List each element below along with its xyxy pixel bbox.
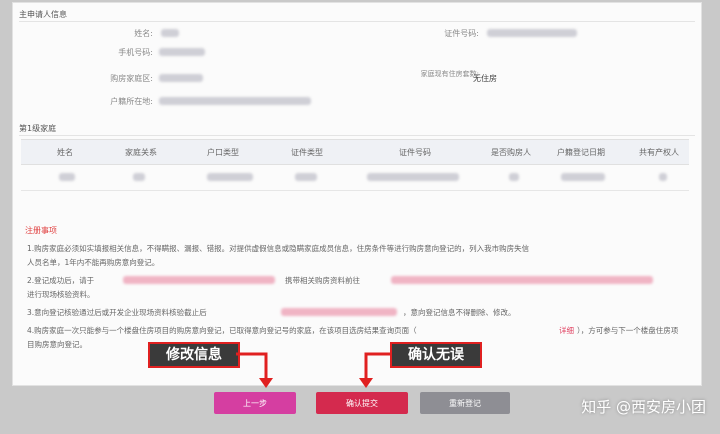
family-table-header: 姓名 家庭关系 户口类型 证件类型 证件号码 是否购房人 户籍登记日期 共有产权…	[21, 139, 689, 165]
cell-redacted	[561, 173, 605, 181]
arrow-icon	[359, 352, 392, 388]
note-line: ，意向登记信息不得删除、修改。	[403, 308, 516, 317]
column-header: 姓名	[57, 148, 73, 157]
note-line: 目购房意向登记。	[27, 340, 87, 349]
redacted-date	[123, 276, 275, 284]
redacted-deadline	[281, 308, 397, 316]
section-title-applicant: 主申请人信息	[19, 10, 67, 19]
value-name-redacted	[161, 29, 179, 37]
column-header: 共有产权人	[639, 148, 679, 157]
value-id-number-redacted	[487, 29, 577, 37]
arrow-icon	[236, 352, 273, 388]
label-hukou-location: 户籍所在地:	[110, 97, 153, 106]
registration-form: 主申请人信息 姓名: 手机号码: 购房家庭区: 户籍所在地: 证件号码: 家庭现…	[12, 2, 702, 386]
table-row	[21, 164, 689, 191]
note-line: 2.登记成功后，请于	[27, 276, 95, 285]
note-line: ），方可参与下一个楼盘住房项	[577, 326, 679, 335]
cell-redacted	[367, 173, 459, 181]
column-header: 家庭关系	[125, 148, 157, 157]
cell-redacted	[295, 173, 317, 181]
prev-step-button[interactable]: 上一步	[214, 392, 296, 414]
value-housing-status: 无住房	[473, 74, 497, 83]
cell-redacted	[207, 173, 253, 181]
label-id-number: 证件号码:	[444, 29, 479, 38]
notes-title: 注册事项	[25, 226, 57, 235]
note-line: 3.意向登记核验通过后或开发企业现场资料核验截止后	[27, 308, 207, 317]
value-hukou-location-redacted	[159, 97, 311, 105]
note-line: 人员名单，1年内不能再购房意向登记。	[27, 258, 160, 267]
screenshot-frame: 主申请人信息 姓名: 手机号码: 购房家庭区: 户籍所在地: 证件号码: 家庭现…	[0, 0, 720, 434]
note-inline-link[interactable]: 详细	[559, 325, 574, 336]
watermark: 知乎 @西安房小团	[581, 398, 706, 416]
label-household-area: 购房家庭区:	[110, 74, 153, 83]
re-register-button[interactable]: 重新登记	[420, 392, 510, 414]
column-header: 证件号码	[399, 148, 431, 157]
divider	[19, 21, 695, 22]
cell-redacted	[59, 173, 75, 181]
column-header: 户口类型	[207, 148, 239, 157]
label-name: 姓名:	[134, 29, 153, 38]
callout-confirm-correct: 确认无误	[390, 342, 482, 368]
callout-modify-info: 修改信息	[148, 342, 240, 368]
label-housing-status: 家庭现有住房套数:	[420, 70, 479, 78]
note-line: 进行现场核验资料。	[27, 290, 95, 299]
redacted-location	[391, 276, 653, 284]
value-phone-redacted	[159, 48, 205, 56]
note-line: 4.购房家庭一次只能参与一个楼盘住房项目的购房意向登记，已取得意向登记号的家庭，…	[27, 326, 417, 335]
divider	[19, 135, 695, 136]
column-header: 户籍登记日期	[557, 148, 605, 157]
section-title-family: 第1级家庭	[19, 124, 57, 133]
column-header: 是否购房人	[491, 148, 531, 157]
label-phone: 手机号码:	[118, 48, 153, 57]
confirm-submit-button[interactable]: 确认提交	[316, 392, 408, 414]
value-household-area-redacted	[159, 74, 203, 82]
column-header: 证件类型	[291, 148, 323, 157]
cell-redacted	[659, 173, 667, 181]
cell-redacted	[509, 173, 519, 181]
note-line: 携带相关购房资料前往	[285, 276, 360, 285]
cell-redacted	[133, 173, 145, 181]
note-line: 1.购房家庭必须如实填报相关信息，不得瞒报、漏报、错报。对提供虚假信息或隐瞒家庭…	[27, 244, 530, 253]
